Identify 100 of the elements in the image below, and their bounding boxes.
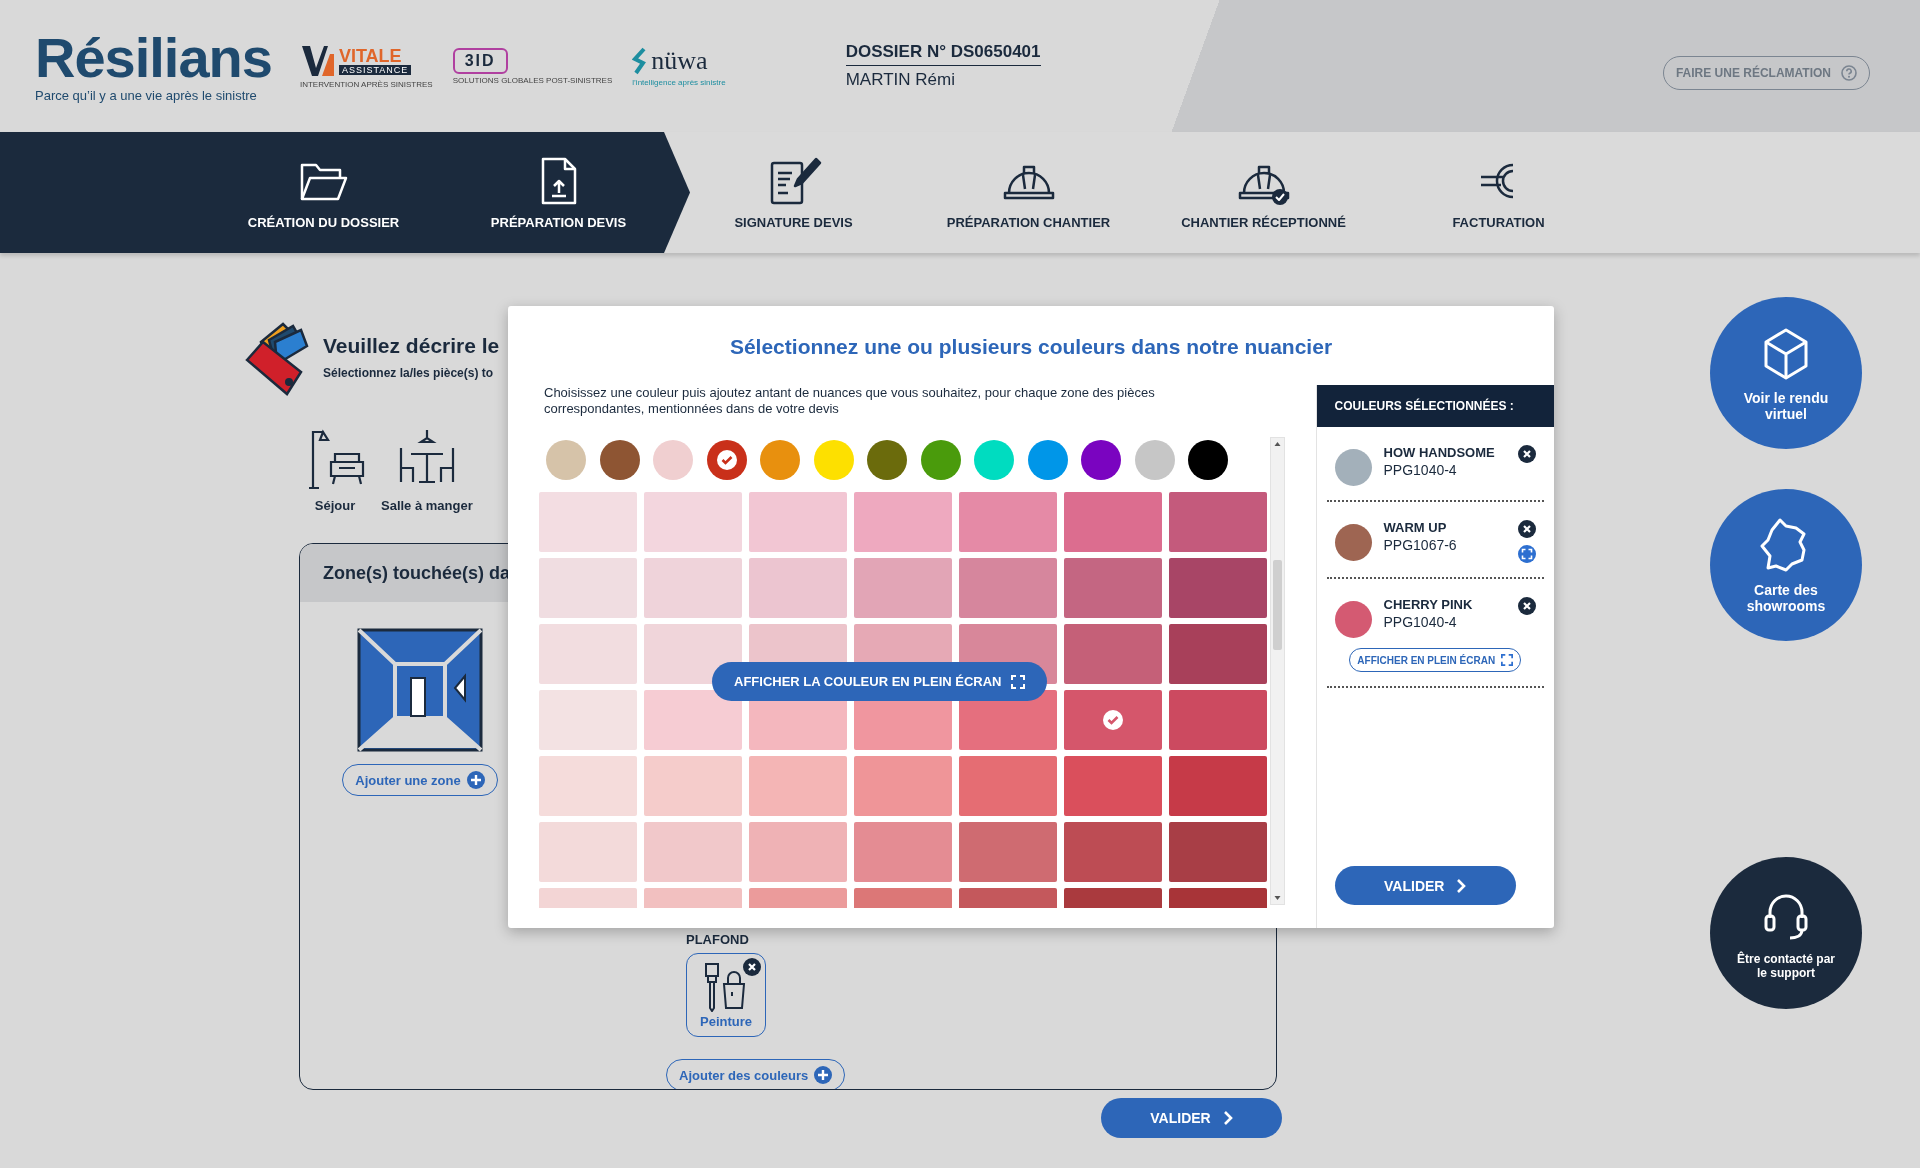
- color-code: PPG1040-4: [1383, 462, 1458, 478]
- shade-tile[interactable]: [539, 822, 637, 882]
- shade-tile[interactable]: [854, 492, 952, 552]
- fullscreen-icon: [1011, 674, 1026, 689]
- color-swatch[interactable]: [546, 440, 586, 480]
- shade-tile[interactable]: [854, 558, 952, 618]
- color-name: WARM UP: [1383, 520, 1448, 535]
- shade-tile[interactable]: [644, 690, 742, 750]
- partner-tagline: SOLUTIONS GLOBALES POST-SINISTRES: [452, 75, 613, 85]
- shade-tile[interactable]: [644, 558, 742, 618]
- scrollbar-thumb[interactable]: [1273, 560, 1282, 650]
- color-swatch[interactable]: [974, 440, 1014, 480]
- shade-tile[interactable]: [1169, 690, 1267, 750]
- dialog-title: Sélectionnez une ou plusieurs couleurs dans notre nuancier: [728, 334, 1334, 360]
- dialog-instructions: Choisissez une couleur puis ajoutez antant de nuances que vous souhaitez, pour chaque zone des pièces correspondantes, mentionnées dans de votre devis: [544, 385, 1156, 417]
- color-swatch[interactable]: [1134, 440, 1175, 480]
- shade-tile[interactable]: [1064, 822, 1162, 882]
- section-label: PLAFOND: [686, 932, 749, 947]
- color-code: PPG1040-4: [1383, 614, 1458, 630]
- page-subtitle: Sélectionnez la/les pièce(s) to: [323, 366, 495, 380]
- remove-icon[interactable]: [1518, 520, 1536, 538]
- shade-tile[interactable]: [959, 822, 1057, 882]
- partner-mark-icon: [632, 46, 649, 75]
- color-swatch[interactable]: [920, 440, 961, 480]
- fullscreen-button[interactable]: AFFICHER EN PLEIN ÉCRAN: [1349, 648, 1522, 672]
- shade-tile[interactable]: [749, 822, 847, 882]
- room-option[interactable]: Salle à manger: [381, 426, 473, 513]
- dossier-number: DOSSIER N° DS0650401: [845, 42, 1041, 66]
- selected-colors-header: COULEURS SÉLECTIONNÉES :: [1316, 385, 1554, 427]
- fullscreen-tooltip[interactable]: AFFICHER LA COULEUR EN PLEIN ÉCRAN: [712, 662, 1048, 701]
- color-swatch[interactable]: [653, 440, 693, 480]
- shade-tile[interactable]: [749, 492, 847, 552]
- shade-tile[interactable]: [539, 558, 637, 618]
- shade-tile[interactable]: [1169, 558, 1267, 618]
- shade-tile[interactable]: [539, 624, 637, 684]
- remove-icon[interactable]: [1518, 445, 1536, 463]
- client-name: MARTIN Rémi: [845, 70, 956, 90]
- partner-name: VITALE: [338, 46, 403, 65]
- shade-tile[interactable]: [1169, 822, 1267, 882]
- room-option[interactable]: Séjour: [303, 426, 367, 513]
- step-tab[interactable]: FACTURATION: [1381, 132, 1616, 253]
- scrollbar[interactable]: [1270, 437, 1285, 905]
- fullscreen-icon[interactable]: [1518, 545, 1536, 563]
- color-swatch[interactable]: [813, 440, 854, 480]
- fullscreen-icon: [1501, 654, 1514, 666]
- shade-tile[interactable]: [1169, 624, 1267, 684]
- shade-tile[interactable]: [749, 756, 847, 816]
- shade-tile[interactable]: [1064, 558, 1162, 618]
- partner-mark-icon: [299, 43, 336, 78]
- shade-tile[interactable]: [644, 492, 742, 552]
- color-swatch[interactable]: [1188, 440, 1228, 480]
- step-tab[interactable]: PRÉPARATION DEVIS: [441, 132, 676, 253]
- step-tab[interactable]: PRÉPARATION CHANTIER: [911, 132, 1146, 253]
- partner-tagline: l’intelligence après sinistre: [632, 77, 726, 87]
- shade-tile[interactable]: [959, 558, 1057, 618]
- side-action-button[interactable]: Voir le rendu virtuel: [1710, 297, 1862, 449]
- shade-tile[interactable]: [539, 492, 637, 552]
- plus-icon: [466, 771, 485, 789]
- shade-tile[interactable]: [644, 756, 742, 816]
- color-swatch[interactable]: [706, 440, 747, 480]
- shade-tile[interactable]: [749, 558, 847, 618]
- shade-tile[interactable]: [959, 492, 1057, 552]
- shade-tile[interactable]: [1064, 492, 1162, 552]
- shade-tile[interactable]: [1064, 756, 1162, 816]
- shade-tile[interactable]: [1064, 624, 1162, 684]
- validate-button[interactable]: VALIDER: [1101, 1098, 1282, 1138]
- color-swatch[interactable]: [760, 440, 800, 480]
- chevron-icon: [1456, 877, 1467, 894]
- side-action-button[interactable]: Être contacté par le support: [1710, 857, 1862, 1009]
- chevron-icon: [1222, 1110, 1233, 1126]
- remove-icon[interactable]: [1518, 597, 1536, 615]
- step-tab[interactable]: CRÉATION DU DOSSIER: [206, 132, 441, 253]
- shade-tile[interactable]: [1169, 492, 1267, 552]
- color-name: HOW HANDSOME: [1383, 445, 1496, 460]
- color-name: CHERRY PINK: [1383, 597, 1474, 612]
- color-swatch[interactable]: [599, 440, 640, 480]
- shade-tile[interactable]: [854, 822, 952, 882]
- validate-button[interactable]: VALIDER: [1334, 866, 1516, 905]
- work-card[interactable]: Peinture: [686, 953, 766, 1037]
- partner-tagline: INTERVENTION APRÈS SINISTRES: [299, 79, 433, 89]
- partner-logo: 3ID: [452, 47, 508, 74]
- page-title: Veuillez décrire le: [323, 334, 500, 358]
- shade-tile[interactable]: [854, 756, 952, 816]
- shade-tile[interactable]: [1064, 690, 1162, 750]
- color-swatch[interactable]: [1081, 440, 1121, 480]
- color-swatch[interactable]: [1027, 440, 1068, 480]
- shade-tile[interactable]: [959, 756, 1057, 816]
- step-tab[interactable]: CHANTIER RÉCEPTIONNÉ: [1146, 132, 1381, 253]
- color-swatch[interactable]: [867, 440, 907, 480]
- shade-tile[interactable]: [644, 822, 742, 882]
- remove-icon[interactable]: [743, 958, 761, 976]
- shade-tile[interactable]: [1169, 756, 1267, 816]
- shade-tile[interactable]: [539, 690, 637, 750]
- brand-tagline: Parce qu’il y a une vie après le sinistre: [35, 87, 258, 103]
- color-code: PPG1067-6: [1383, 537, 1458, 553]
- shade-tile[interactable]: [539, 756, 637, 816]
- step-tab[interactable]: SIGNATURE DEVIS: [676, 132, 911, 253]
- side-action-button[interactable]: Carte des showrooms: [1710, 489, 1862, 641]
- brand-logo: Résilians: [35, 29, 272, 86]
- check-icon: [1103, 710, 1123, 730]
